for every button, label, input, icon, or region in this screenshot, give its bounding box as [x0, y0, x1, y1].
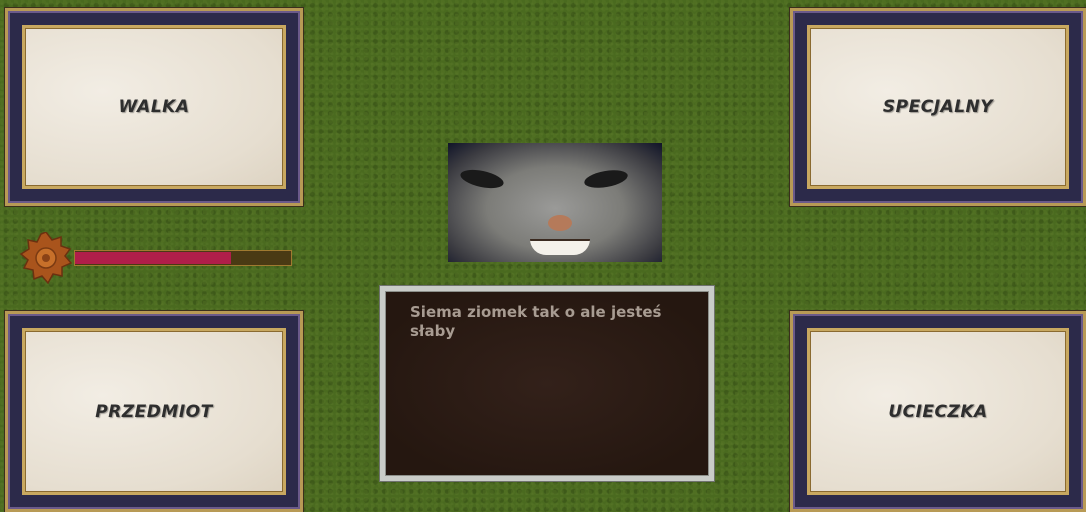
- dialog-box: Siema ziomek tak o ale jesteś słaby: [380, 286, 714, 481]
- fight-button-face: WALKA: [22, 25, 286, 189]
- special-button-label: SPECJALNY: [882, 97, 994, 117]
- health-bar: [4, 230, 294, 286]
- portrait-teeth: [530, 239, 590, 255]
- special-button-face: SPECJALNY: [807, 25, 1069, 189]
- flee-button-label: UCIECZKA: [888, 401, 988, 422]
- item-button-label: PRZEDMIOT: [95, 401, 213, 422]
- enemy-portrait: [448, 143, 662, 262]
- item-button-face: PRZEDMIOT: [22, 328, 286, 495]
- portrait-left-eye: [458, 166, 506, 192]
- dialog-message: Siema ziomek tak o ale jesteś słaby: [410, 303, 662, 340]
- flee-button[interactable]: UCIECZKA: [790, 311, 1086, 512]
- flee-button-face: UCIECZKA: [807, 328, 1069, 495]
- fight-button[interactable]: WALKA: [5, 8, 303, 206]
- item-button[interactable]: PRZEDMIOT: [5, 311, 303, 512]
- special-button[interactable]: SPECJALNY: [790, 8, 1086, 206]
- health-bar-track: [74, 250, 292, 266]
- fight-button-label: WALKA: [118, 97, 190, 117]
- portrait-nose: [548, 215, 572, 231]
- portrait-right-eye: [582, 167, 630, 191]
- health-bar-fill: [75, 252, 231, 264]
